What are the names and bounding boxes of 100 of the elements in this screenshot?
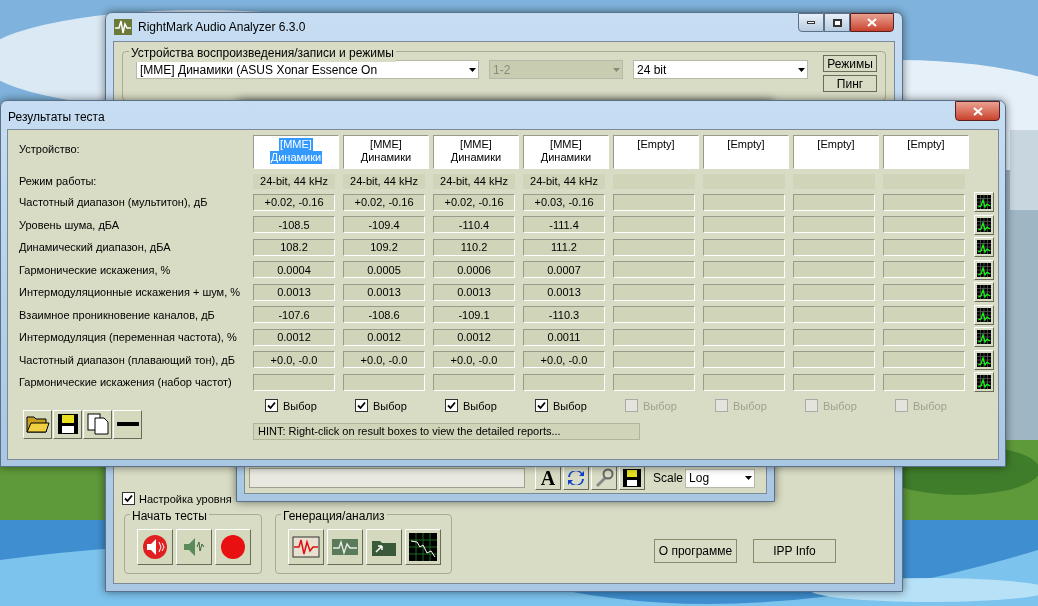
result-value[interactable]: 108.2	[253, 238, 335, 256]
result-box[interactable]	[613, 216, 695, 234]
result-value[interactable]: -108.6	[343, 306, 425, 324]
analyzer-button[interactable]	[327, 529, 363, 565]
result-value[interactable]: 0.0005	[343, 261, 425, 279]
result-value[interactable]: -110.3	[523, 306, 605, 324]
result-box[interactable]	[703, 351, 785, 369]
result-box[interactable]	[703, 216, 785, 234]
result-value[interactable]: +0.02, -0.16	[253, 193, 335, 211]
checkbox[interactable]	[122, 492, 135, 506]
checkbox[interactable]	[625, 399, 638, 413]
save-button[interactable]	[619, 466, 645, 490]
speaker-button[interactable]	[137, 529, 173, 565]
checkbox[interactable]	[805, 399, 818, 413]
result-box[interactable]	[793, 238, 875, 256]
device-header[interactable]: [Empty]	[703, 135, 789, 169]
device-header[interactable]: [Empty]	[793, 135, 879, 169]
close-button[interactable]	[850, 13, 894, 32]
result-box[interactable]	[433, 373, 515, 391]
result-value[interactable]: 109.2	[343, 238, 425, 256]
result-value[interactable]: -111.4	[523, 216, 605, 234]
result-value[interactable]: -107.6	[253, 306, 335, 324]
result-value[interactable]: -108.5	[253, 216, 335, 234]
result-box[interactable]	[523, 373, 605, 391]
graph-button[interactable]	[974, 304, 994, 325]
device-header[interactable]: [Empty]	[613, 135, 699, 169]
checkbox[interactable]	[715, 399, 728, 413]
result-box[interactable]	[883, 351, 965, 369]
result-box[interactable]	[883, 328, 965, 346]
result-box[interactable]	[883, 216, 965, 234]
result-value[interactable]: +0.02, -0.16	[433, 193, 515, 211]
result-box[interactable]	[613, 351, 695, 369]
result-value[interactable]: 0.0004	[253, 261, 335, 279]
graph-button[interactable]	[974, 282, 994, 303]
result-box[interactable]	[253, 373, 335, 391]
result-value[interactable]: +0.0, -0.0	[433, 351, 515, 369]
result-value[interactable]: 0.0013	[433, 283, 515, 301]
mode-button[interactable]: Пинг	[823, 75, 877, 92]
device-header[interactable]: [MME] Динамики	[343, 135, 429, 169]
result-box[interactable]	[613, 328, 695, 346]
checkbox[interactable]	[895, 399, 908, 413]
scale-select[interactable]: Log	[685, 468, 756, 488]
result-box[interactable]	[613, 373, 695, 391]
text-field[interactable]	[249, 468, 525, 488]
device-header[interactable]: [MME] Динамики	[523, 135, 609, 169]
format-select[interactable]: 24 bit	[633, 60, 808, 79]
result-box[interactable]	[613, 283, 695, 301]
result-box[interactable]	[793, 283, 875, 301]
checkbox[interactable]	[445, 399, 458, 413]
result-box[interactable]	[793, 328, 875, 346]
result-box[interactable]	[793, 261, 875, 279]
result-box[interactable]	[883, 306, 965, 324]
folder-button[interactable]	[366, 529, 402, 565]
result-box[interactable]	[883, 261, 965, 279]
graph-button[interactable]	[974, 372, 994, 393]
graph-button[interactable]	[974, 192, 994, 213]
result-box[interactable]	[703, 283, 785, 301]
dialog-button[interactable]: IPP Info	[753, 539, 836, 563]
result-box[interactable]	[613, 238, 695, 256]
result-box[interactable]	[883, 193, 965, 211]
mode-button[interactable]: Режимы	[823, 55, 877, 72]
result-value[interactable]: 110.2	[433, 238, 515, 256]
result-box[interactable]	[793, 216, 875, 234]
result-box[interactable]	[613, 306, 695, 324]
result-box[interactable]	[793, 193, 875, 211]
checkbox[interactable]	[355, 399, 368, 413]
result-value[interactable]: 0.0013	[523, 283, 605, 301]
result-value[interactable]: 0.0012	[343, 328, 425, 346]
speaker-button[interactable]	[176, 529, 212, 565]
checkbox[interactable]	[265, 399, 278, 413]
result-box[interactable]	[343, 373, 425, 391]
checkbox[interactable]	[535, 399, 548, 413]
graph-button[interactable]	[974, 214, 994, 235]
result-value[interactable]: +0.0, -0.0	[253, 351, 335, 369]
save-button[interactable]	[53, 409, 82, 439]
result-value[interactable]: 111.2	[523, 238, 605, 256]
spectrum-button[interactable]	[405, 529, 441, 565]
result-box[interactable]	[703, 238, 785, 256]
copy-button[interactable]	[83, 409, 112, 439]
maximize-button[interactable]	[824, 13, 850, 32]
result-value[interactable]: 0.0007	[523, 261, 605, 279]
font-button[interactable]: A	[535, 466, 561, 490]
device-header[interactable]: [Empty]	[883, 135, 969, 169]
graph-button[interactable]	[974, 349, 994, 370]
result-value[interactable]: 0.0013	[253, 283, 335, 301]
result-value[interactable]: -109.1	[433, 306, 515, 324]
result-value[interactable]: +0.03, -0.16	[523, 193, 605, 211]
result-value[interactable]: +0.0, -0.0	[523, 351, 605, 369]
result-box[interactable]	[703, 193, 785, 211]
result-box[interactable]	[793, 351, 875, 369]
result-box[interactable]	[613, 261, 695, 279]
result-value[interactable]: +0.02, -0.16	[343, 193, 425, 211]
result-box[interactable]	[793, 306, 875, 324]
dialog-button[interactable]: О программе	[654, 539, 737, 563]
minimize-button[interactable]	[798, 13, 824, 32]
result-box[interactable]	[703, 373, 785, 391]
result-value[interactable]: 0.0012	[253, 328, 335, 346]
result-box[interactable]	[793, 373, 875, 391]
result-box[interactable]	[703, 328, 785, 346]
result-value[interactable]: 0.0012	[433, 328, 515, 346]
